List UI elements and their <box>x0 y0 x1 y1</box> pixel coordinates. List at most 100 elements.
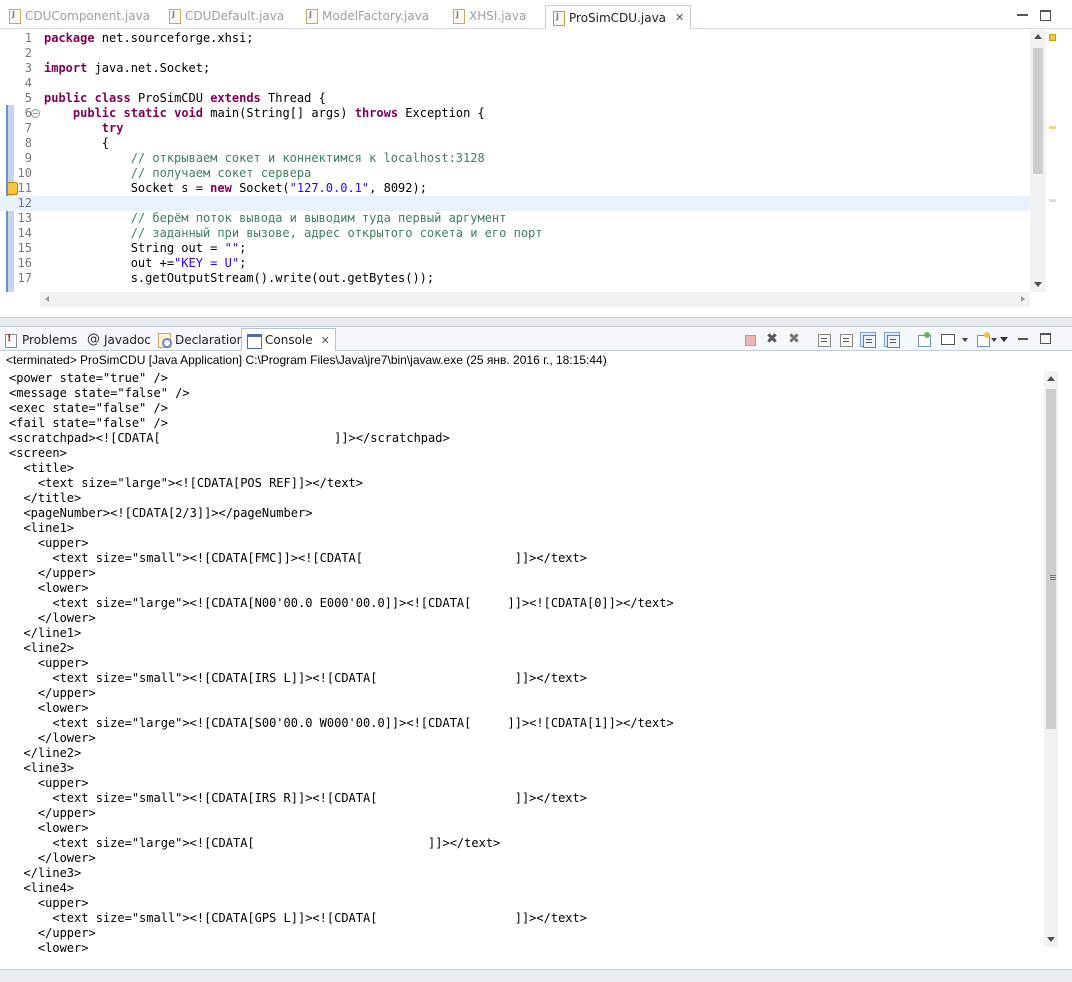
console-line: <screen> <box>9 446 67 460</box>
code-text: Socket s = new Socket("127.0.0.1", 8092)… <box>44 181 427 195</box>
code-line[interactable]: 13 // берём поток вывода и выводим туда … <box>0 211 1046 226</box>
editor-horizontal-scrollbar[interactable] <box>40 292 1030 307</box>
overview-warning-mark[interactable] <box>1049 126 1056 129</box>
code-line[interactable]: 16 out +="KEY = U"; <box>0 256 1046 271</box>
java-file-icon <box>305 9 318 24</box>
line-number: 3 <box>24 61 32 75</box>
code-line[interactable]: 5 public class ProSimCDU extends Thread { <box>0 91 1046 106</box>
console-line: <upper> <box>9 896 89 910</box>
close-icon[interactable]: ✕ <box>675 11 684 24</box>
code-line[interactable]: 11 Socket s = new Socket("127.0.0.1", 80… <box>0 181 1046 196</box>
scroll-thumb[interactable] <box>1033 48 1043 174</box>
console-line: <upper> <box>9 536 89 550</box>
console-icon <box>247 333 262 349</box>
scroll-right-arrow-icon[interactable] <box>1021 296 1025 302</box>
overview-mark[interactable] <box>1049 199 1056 202</box>
editor-minimize-button[interactable] <box>1017 14 1028 16</box>
console-line: <text size="large"><![CDATA[ ]]></text> <box>9 836 501 850</box>
code-line[interactable]: 3 import java.net.Socket; <box>0 61 1046 76</box>
code-line[interactable]: 12 <box>0 196 1046 211</box>
code-line[interactable]: 7 try <box>0 121 1046 136</box>
console-line: <scratchpad><![CDATA[ ]]></scratchpad> <box>9 431 450 445</box>
console-output[interactable]: <power state="true" /> <message state="fa… <box>0 371 1044 971</box>
close-icon[interactable]: ✕ <box>321 334 330 347</box>
tab-console[interactable]: Console ✕ <box>241 328 336 351</box>
show-on-stderr-icon[interactable] <box>884 332 900 348</box>
line-number: 16 <box>17 256 32 270</box>
console-minimize-button[interactable] <box>1018 338 1028 340</box>
scroll-down-arrow-icon[interactable] <box>1047 937 1055 942</box>
console-line: </lower> <box>9 851 96 865</box>
tab-xhsi[interactable]: XHSI.java <box>452 4 526 28</box>
line-number: 13 <box>17 211 32 225</box>
terminate-icon[interactable] <box>742 332 758 347</box>
code-line[interactable]: 8 { <box>0 136 1046 151</box>
java-file-icon <box>168 9 181 24</box>
scroll-up-arrow-icon[interactable] <box>1047 376 1055 381</box>
remove-all-terminated-icon[interactable]: ✖ <box>786 332 802 347</box>
scroll-down-arrow-icon[interactable] <box>1034 282 1042 287</box>
code-text: // открываем сокет и коннектимся к local… <box>130 151 485 165</box>
display-selected-console-icon[interactable] <box>940 332 956 347</box>
tab-javadoc[interactable]: @ Javadoc <box>87 330 151 350</box>
remove-launch-icon[interactable]: ✖ <box>764 332 780 347</box>
tab-cdudefault[interactable]: CDUDefault.java <box>168 4 284 28</box>
show-on-stdout-icon[interactable] <box>860 332 876 348</box>
code-text: try <box>101 121 124 135</box>
console-maximize-button[interactable] <box>1040 333 1051 344</box>
overview-ruler[interactable] <box>1046 30 1058 292</box>
editor-maximize-button[interactable] <box>1040 10 1051 21</box>
tab-problems[interactable]: Problems <box>4 330 77 350</box>
scroll-thumb[interactable] <box>1046 389 1056 729</box>
editor-vertical-scrollbar[interactable] <box>1030 30 1046 292</box>
code-line[interactable]: 14 // заданный при вызове, адрес открыто… <box>0 226 1046 241</box>
console-line: </upper> <box>9 566 96 580</box>
code-line[interactable]: 1 package net.sourceforge.xhsi; <box>0 31 1046 46</box>
console-line: </line3> <box>9 866 82 880</box>
tab-modelfactory[interactable]: ModelFactory.java <box>305 4 429 28</box>
line-number: 6 <box>24 106 32 120</box>
tab-declaration[interactable]: Declaration <box>157 330 244 350</box>
code-line[interactable]: 4 <box>0 76 1046 91</box>
line-number: 14 <box>17 226 32 240</box>
console-line: </line1> <box>9 626 82 640</box>
console-line: </upper> <box>9 926 96 940</box>
console-line: <text size="large"><![CDATA[S00'00.0 W00… <box>9 716 674 730</box>
view-menu-icon[interactable] <box>1000 337 1008 342</box>
code-line[interactable]: 17 s.getOutputStream().write(out.getByte… <box>0 271 1046 286</box>
console-line: <line2> <box>9 641 75 655</box>
chevron-down-icon[interactable] <box>991 338 997 342</box>
code-line[interactable]: 2 <box>0 46 1046 61</box>
tab-label: CDUDefault.java <box>185 9 285 23</box>
code-text: out +="KEY = U"; <box>44 256 247 270</box>
console-line: <text size="small"><![CDATA[IRS R]]><![C… <box>9 791 587 805</box>
open-console-icon[interactable] <box>976 332 992 347</box>
clear-console-icon[interactable] <box>816 332 832 347</box>
editor-panel: CDUComponent.java CDUDefault.java ModelF… <box>0 0 1072 318</box>
code-line[interactable]: 9 // открываем сокет и коннектимся к loc… <box>0 151 1046 166</box>
chevron-down-icon[interactable] <box>962 338 968 342</box>
console-line: <upper> <box>9 776 89 790</box>
code-editor[interactable]: 1 package net.sourceforge.xhsi; 2 3 import j… <box>0 30 1046 292</box>
warning-marker-icon[interactable] <box>7 182 18 195</box>
line-number: 8 <box>24 136 32 150</box>
code-line[interactable]: 15 String out = ""; <box>0 241 1046 256</box>
scroll-lock-icon[interactable] <box>838 332 854 347</box>
code-line[interactable]: 6− public static void main(String[] args… <box>0 106 1046 121</box>
tab-cducomponent[interactable]: CDUComponent.java <box>8 4 150 28</box>
warning-summary-icon[interactable] <box>1049 34 1056 41</box>
tab-prosimcdu[interactable]: ProSimCDU.java ✕ <box>545 5 692 29</box>
console-line: <lower> <box>9 581 89 595</box>
scroll-up-arrow-icon[interactable] <box>1034 34 1042 39</box>
pin-console-icon[interactable] <box>916 332 932 347</box>
console-line: <line3> <box>9 761 75 775</box>
console-line: </upper> <box>9 806 96 820</box>
console-line: <upper> <box>9 656 89 670</box>
console-line: <exec state="false" /> <box>9 401 168 415</box>
code-line[interactable]: 10 // получаем сокет сервера <box>0 166 1046 181</box>
fold-toggle-icon[interactable]: − <box>31 109 40 118</box>
scroll-left-arrow-icon[interactable] <box>45 296 49 302</box>
console-line: <line1> <box>9 521 75 535</box>
console-vertical-scrollbar[interactable] <box>1044 371 1058 947</box>
java-file-icon <box>8 9 21 24</box>
